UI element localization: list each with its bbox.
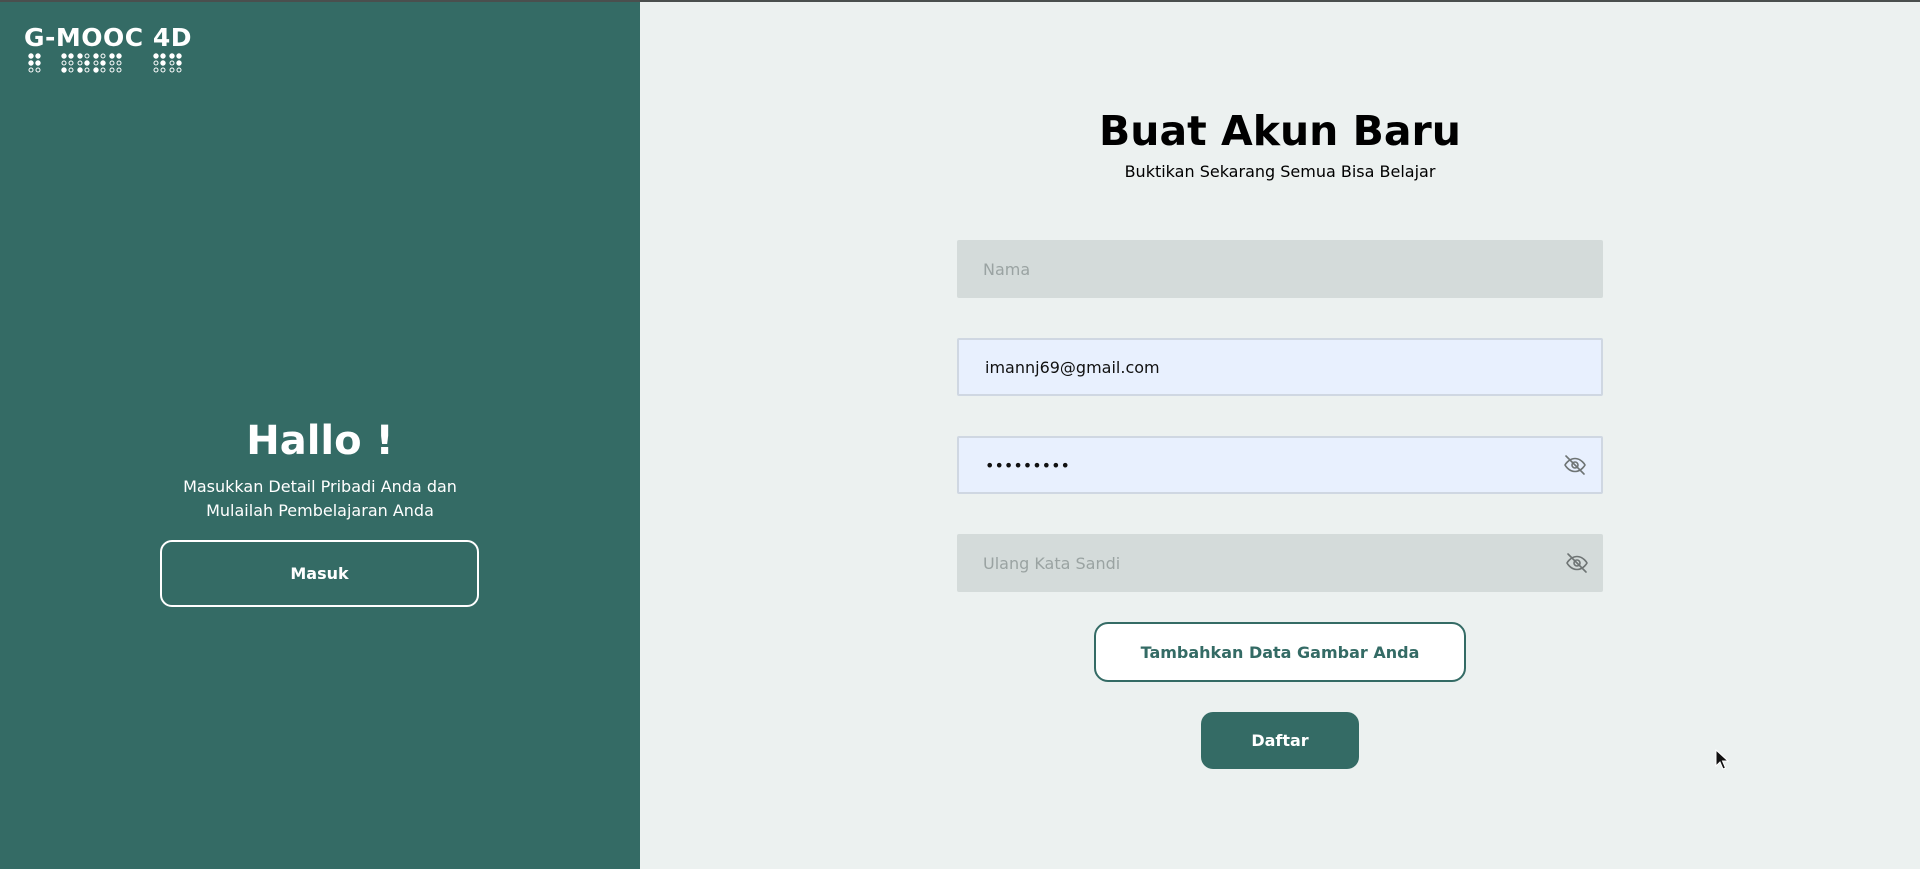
password-field[interactable]: [957, 436, 1603, 494]
password-input[interactable]: [959, 438, 1601, 492]
register-button[interactable]: Daftar: [1201, 712, 1359, 769]
page-subtitle: Buktikan Sekarang Semua Bisa Belajar: [1124, 162, 1436, 181]
mouse-cursor-icon: [1715, 749, 1729, 770]
welcome-title: Hallo !: [246, 418, 394, 464]
brand-logo[interactable]: G-MOOC 4D: [24, 24, 194, 76]
register-panel: Buat Akun Baru Buktikan Sekarang Semua B…: [640, 0, 1920, 869]
email-input[interactable]: [959, 340, 1601, 394]
welcome-panel: G-MOOC 4D Hallo ! Masukkan Detail Pribad…: [0, 0, 640, 869]
welcome-description-text: Masukkan Detail Pribadi Anda dan Mulaila…: [183, 477, 457, 520]
add-image-data-button[interactable]: Tambahkan Data Gambar Anda: [1094, 622, 1466, 682]
name-input[interactable]: [957, 240, 1603, 298]
welcome-description: Masukkan Detail Pribadi Anda dan Mulaila…: [0, 475, 640, 523]
brand-name: G-MOOC 4D: [24, 23, 192, 52]
login-button[interactable]: Masuk: [160, 540, 479, 607]
confirm-password-field[interactable]: [957, 534, 1603, 592]
confirm-password-input[interactable]: [957, 534, 1603, 592]
braille-logo-icon: [28, 53, 182, 73]
window-top-border: [0, 0, 1920, 2]
email-field[interactable]: [957, 338, 1603, 396]
name-field[interactable]: [957, 240, 1603, 298]
eye-off-icon[interactable]: [1563, 453, 1587, 477]
welcome-block: Hallo ! Masukkan Detail Pribadi Anda dan…: [0, 417, 640, 523]
page-title: Buat Akun Baru: [1099, 107, 1461, 155]
eye-off-icon[interactable]: [1565, 551, 1589, 575]
